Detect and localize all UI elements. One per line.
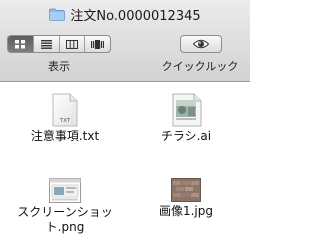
quicklook-button[interactable] (180, 35, 222, 53)
window-title-text: 注文No.0000012345 (70, 8, 201, 24)
quicklook-label: クイックルック (161, 60, 239, 73)
eye-icon (193, 39, 209, 49)
file-name: 画像1.jpg (158, 204, 214, 218)
list-view-button[interactable] (34, 36, 60, 52)
icon-grid-icon (14, 39, 25, 48)
illustrator-file-icon (172, 93, 202, 127)
file-item[interactable]: チラシ.ai (131, 93, 241, 144)
file-name: チラシ.ai (160, 129, 212, 143)
columns-icon (65, 39, 78, 49)
coverflow-view-button[interactable] (85, 36, 110, 52)
view-label: 表示 (48, 60, 70, 73)
window-toolbar: 注文No.0000012345 表示 クイックルック (0, 0, 250, 82)
coverflow-icon (91, 39, 105, 49)
screenshot-thumbnail-icon (49, 178, 81, 203)
folder-icon (49, 8, 66, 21)
view-mode-selector[interactable] (7, 35, 111, 53)
file-name: 注意事項.txt (30, 129, 100, 143)
window-title: 注文No.0000012345 (0, 5, 250, 24)
icon-view-button[interactable] (8, 36, 34, 52)
file-item[interactable]: TXT 注意事項.txt (10, 93, 120, 144)
list-icon (40, 39, 52, 49)
image-thumbnail-icon (171, 178, 201, 202)
file-name: スクリーンショット.png (17, 205, 113, 234)
file-item[interactable]: スクリーンショット.png (10, 178, 120, 235)
file-item[interactable]: 画像1.jpg (131, 178, 241, 219)
text-file-icon: TXT (52, 93, 78, 127)
txt-badge: TXT (59, 118, 71, 124)
column-view-button[interactable] (60, 36, 86, 52)
